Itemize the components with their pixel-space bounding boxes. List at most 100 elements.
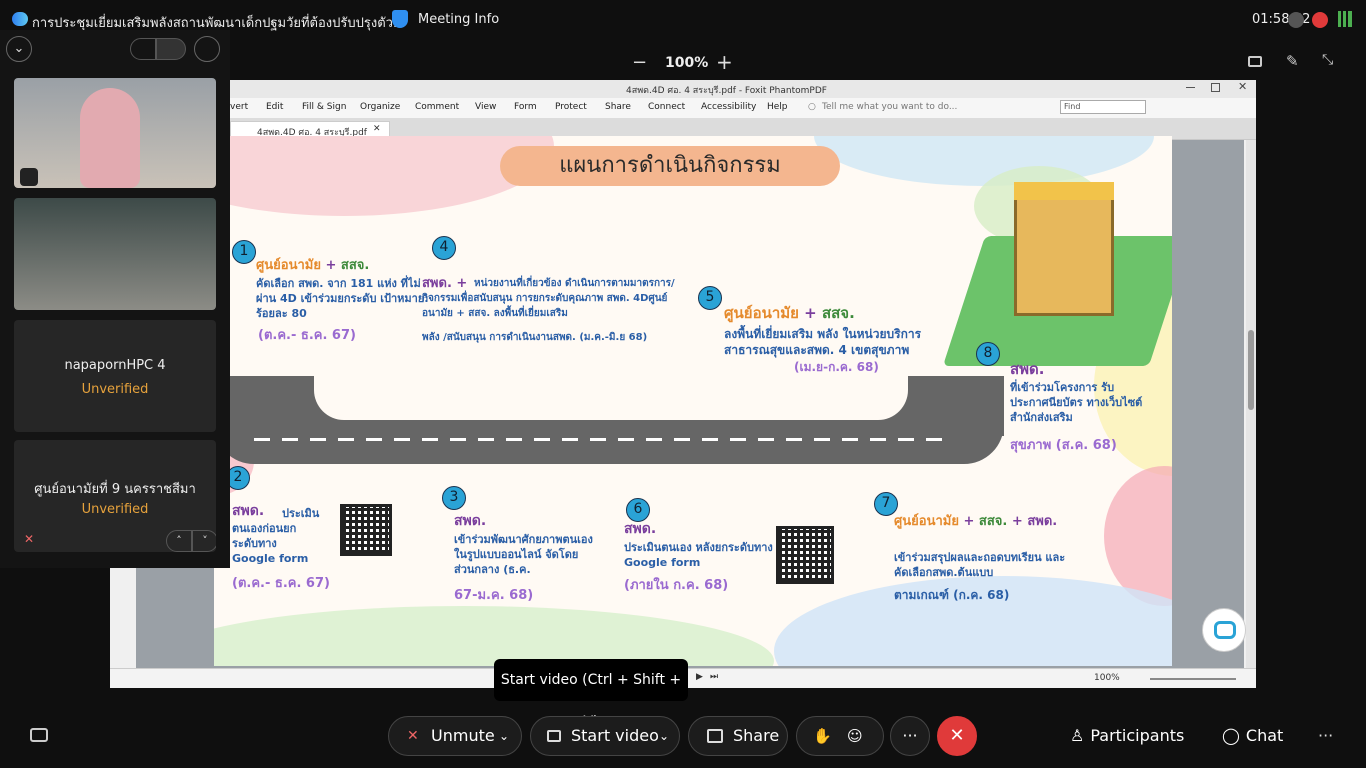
raise-hand-icon[interactable]: ✋	[813, 717, 832, 755]
zoom-slider[interactable]	[1150, 678, 1236, 680]
status-zoom[interactable]: 100%	[1094, 673, 1120, 683]
menu-view[interactable]: View	[475, 102, 496, 112]
layout-single-icon[interactable]	[130, 38, 156, 60]
unmute-button[interactable]: ✕ Unmute ⌄	[388, 716, 522, 756]
scrollbar-thumb[interactable]	[1248, 330, 1254, 410]
participants-button[interactable]: ♙ Participants	[1070, 726, 1184, 745]
step-7-badge: 7	[874, 492, 898, 516]
unverified-badge: Unverified	[81, 382, 149, 397]
share-button[interactable]: Share	[688, 716, 788, 756]
step-7-head-b: สสจ.	[978, 514, 1008, 529]
collapse-panel-icon[interactable]: ⌄	[6, 36, 32, 62]
person-silhouette	[80, 88, 140, 188]
exit-fullscreen-icon[interactable]: ⤡	[1322, 52, 1333, 68]
step-8-head: สพด.	[1010, 360, 1045, 378]
participant-tile-napaporn[interactable]: napapornHPC 4 Unverified	[14, 320, 216, 432]
chevron-down-icon[interactable]: ⌄	[659, 717, 669, 755]
annotate-icon[interactable]: ✎	[1286, 52, 1299, 70]
fullscreen-icon[interactable]	[194, 36, 220, 62]
window-minimize-icon[interactable]	[1186, 87, 1195, 88]
video-camera-icon	[547, 730, 561, 742]
start-video-tooltip: Start video (Ctrl + Shift + V)	[494, 659, 688, 730]
menu-fill-sign[interactable]: Fill & Sign	[302, 102, 346, 112]
step-6-head: สพด.	[624, 521, 657, 537]
step-7-head-c: สพด.	[1027, 514, 1058, 529]
pdf-vertical-scrollbar[interactable]	[1246, 140, 1256, 668]
foxit-title-bar: 4สพด.4D ศอ. 4 สระบุรี.pdf - Foxit Phanto…	[110, 80, 1256, 98]
menu-form[interactable]: Form	[514, 102, 537, 112]
tab-close-icon[interactable]: ✕	[373, 124, 381, 134]
video-panel: ⌄ napapornHPC 4 Unverified ศูนย์อนามัยที…	[0, 30, 230, 568]
slide-title: แผนการดำเนินกิจกรรม	[500, 146, 840, 186]
more-options-button[interactable]: ···	[890, 716, 930, 756]
shield-icon[interactable]	[392, 10, 408, 28]
window-close-icon[interactable]: ✕	[1238, 80, 1247, 93]
page-down-icon[interactable]: ˅	[192, 530, 216, 552]
captions-icon[interactable]	[30, 728, 48, 742]
reactions-group[interactable]: ✋ ☺	[796, 716, 884, 756]
chat-label: Chat	[1245, 726, 1284, 745]
step-2-body: ประเมินตนเองก่อนยกระดับทาง Google form	[232, 507, 320, 565]
building-illustration	[1014, 196, 1114, 316]
step-5-head-b: สสจ.	[821, 304, 855, 322]
menu-protect[interactable]: Protect	[555, 102, 587, 112]
share-label: Share	[733, 726, 780, 745]
chat-button[interactable]: ◯ Chat	[1222, 726, 1283, 745]
menu-edit[interactable]: Edit	[266, 102, 283, 112]
signal-icon	[1338, 11, 1352, 27]
step-2-date: (ต.ค.- ธ.ค. 67)	[232, 576, 330, 591]
participant-video-1[interactable]	[14, 78, 216, 188]
participant-video-2[interactable]	[14, 198, 216, 310]
find-input[interactable]: Find	[1060, 100, 1146, 114]
zoom-in-button[interactable]: +	[716, 50, 733, 74]
menu-accessibility[interactable]: Accessibility	[701, 102, 756, 112]
zoom-out-button[interactable]: −	[632, 52, 647, 73]
chat-icon: ◯	[1222, 726, 1240, 745]
zoom-level: 100%	[665, 55, 709, 71]
webex-logo-icon	[12, 12, 28, 26]
step-5-head: ศูนย์อนามัย + สสจ.	[724, 306, 855, 321]
chevron-down-icon[interactable]: ⌄	[499, 717, 509, 755]
start-video-label: Start video	[571, 726, 659, 745]
step-7-body: เข้าร่วมสรุปผลและถอดบทเรียน และคัดเลือกส…	[894, 551, 1066, 579]
step-5-body: ลงพื้นที่เยี่ยมเสริม พลัง ในหน่วยบริการส…	[724, 327, 922, 357]
muted-mic-icon	[20, 168, 38, 186]
emoji-icon[interactable]: ☺	[847, 717, 863, 755]
step-1-head-b: สสจ.	[340, 258, 370, 273]
menu-organize[interactable]: Organize	[360, 102, 400, 112]
overflow-menu-button[interactable]: ···	[1318, 726, 1333, 745]
window-restore-icon[interactable]	[1211, 83, 1220, 92]
page-up-icon[interactable]: ˄	[166, 530, 192, 552]
road-graphic	[254, 438, 954, 441]
play-icon[interactable]: ▶	[696, 672, 703, 682]
participant-name: napapornHPC 4	[64, 358, 166, 373]
tell-me-input[interactable]: Tell me what you want to do...	[822, 102, 957, 112]
chat-bubble-icon[interactable]	[1202, 608, 1246, 652]
step-7-head: ศูนย์อนามัย + สสจ. + สพด.	[894, 514, 1074, 529]
share-icon	[707, 729, 723, 743]
menu-share[interactable]: Share	[605, 102, 631, 112]
participant-tile-center9[interactable]: ศูนย์อนามัยที่ 9 นครราชสีมา Unverified ✕…	[14, 440, 216, 552]
muted-mic-icon: ✕	[24, 532, 35, 546]
layout-grid-icon[interactable]	[156, 38, 186, 60]
step-1-date: (ต.ค.- ธ.ค. 67)	[258, 328, 356, 343]
menu-convert[interactable]: vert	[230, 102, 248, 112]
start-video-button[interactable]: Start video ⌄	[530, 716, 680, 756]
menu-help[interactable]: Help	[767, 102, 788, 112]
lightbulb-icon: ○	[808, 102, 816, 112]
status-dot-icon	[1288, 12, 1304, 28]
pdf-page: แผนการดำเนินกิจกรรม 1 ศูนย์อนามัย + สสจ.…	[214, 136, 1172, 666]
menu-connect[interactable]: Connect	[648, 102, 685, 112]
leave-meeting-button[interactable]: ✕	[937, 716, 977, 756]
step-1-body: คัดเลือก สพด. จาก 181 แห่ง ที่ไม่ผ่าน 4D…	[256, 277, 429, 320]
step-5-date: (เม.ย-ก.ค. 68)	[794, 360, 879, 374]
step-8-date: สุขภาพ (ส.ค. 68)	[1010, 438, 1117, 453]
road-graphic	[314, 376, 908, 420]
decor-blob	[214, 606, 774, 666]
last-page-icon[interactable]: ⏭	[710, 672, 718, 682]
step-7-plus: +	[963, 514, 975, 529]
menu-comment[interactable]: Comment	[415, 102, 459, 112]
step-5-plus: +	[804, 304, 817, 322]
meeting-info-button[interactable]: Meeting Info	[418, 12, 499, 27]
pop-out-icon[interactable]	[1248, 56, 1262, 67]
